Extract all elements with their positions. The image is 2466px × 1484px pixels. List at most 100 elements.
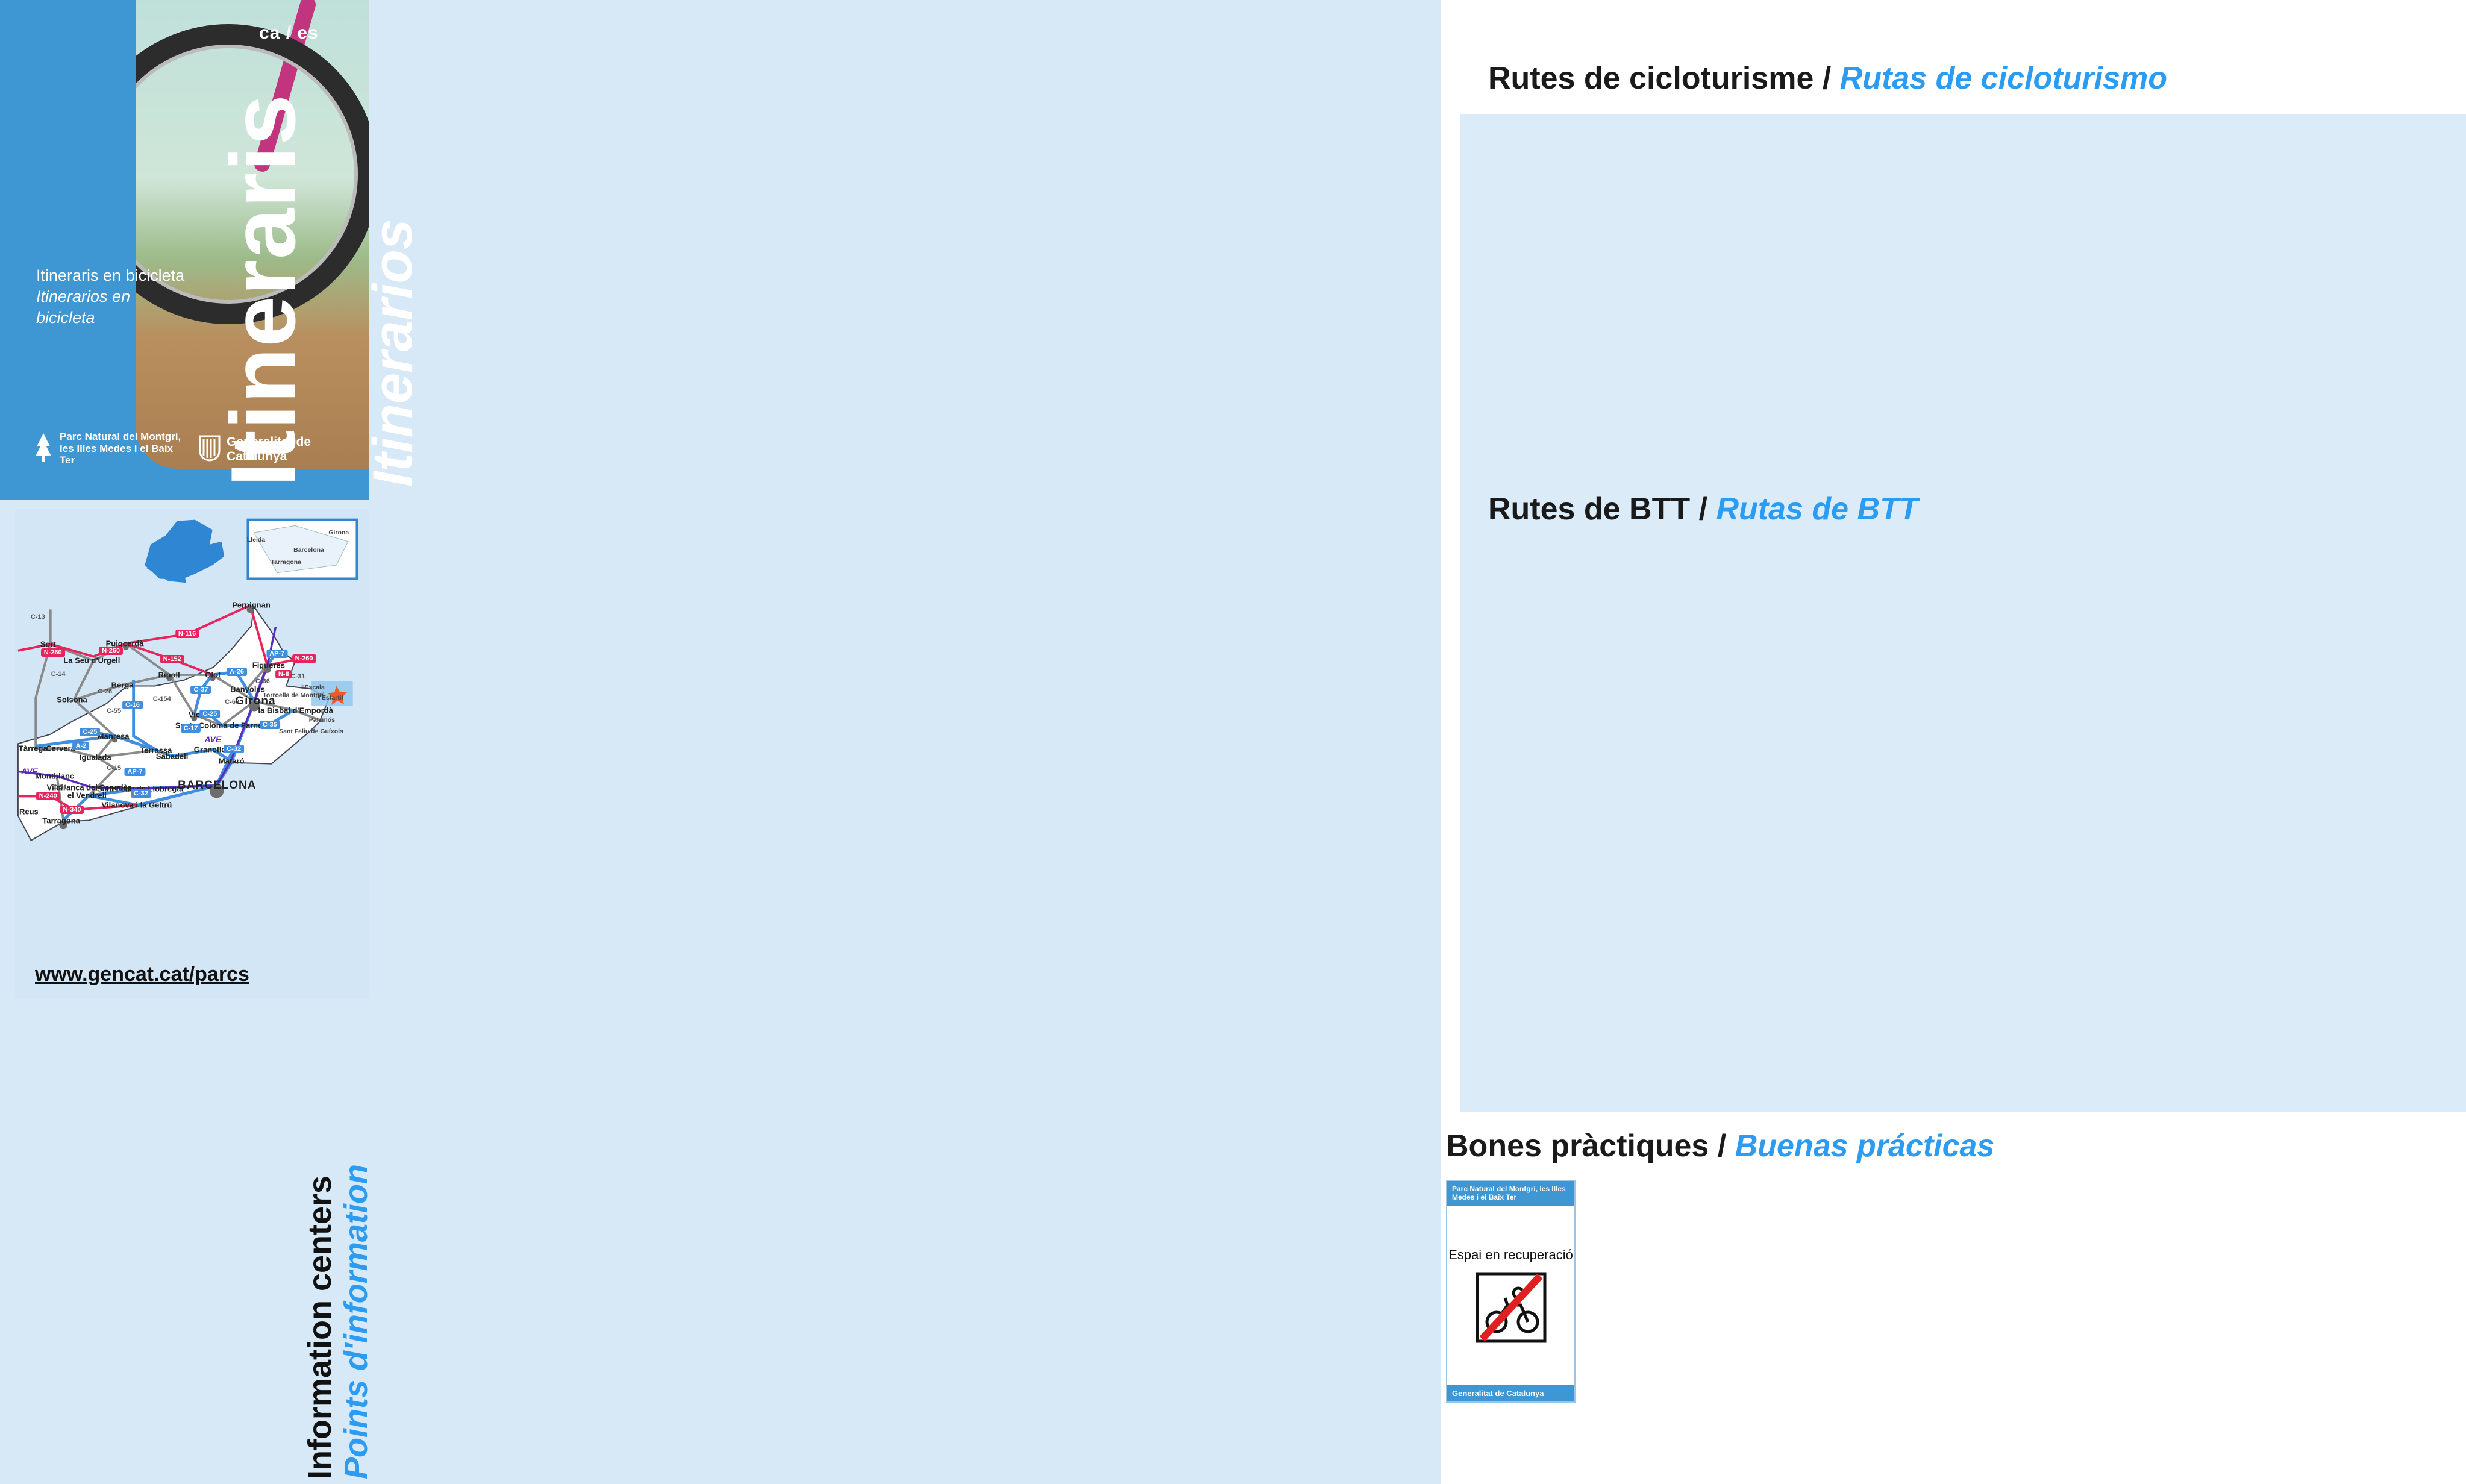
map-city-label: Ripoll (158, 670, 180, 679)
parc-logo: Parc Natural del Montgrí, les Illes Mede… (33, 431, 184, 466)
btt-title-es: Rutas de BTT (1716, 492, 1918, 527)
map-road-label: C-13 (28, 613, 48, 621)
cover-subtitle-es: Itinerarios en bicicleta (36, 286, 193, 328)
map-road-label: N-260 (41, 648, 65, 657)
map-road-label: C-37 (191, 686, 211, 694)
map-road-label: C-15 (104, 764, 124, 772)
parc-logo-label: Parc Natural del Montgrí, les Illes Mede… (60, 431, 184, 466)
inset-city-label: Barcelona (293, 546, 324, 554)
map-city-label: Sant Feliu de Guíxols (279, 728, 343, 735)
sign-generalitat-footer: Generalitat de Catalunya (1447, 1385, 1574, 1401)
map-road-label: AP-7 (266, 650, 287, 658)
map-road-label: N-116 (175, 630, 199, 638)
map-road-label: C-26 (95, 687, 115, 696)
inset-city-label: Girona (328, 529, 349, 536)
cover-subtitle-ca: Itineraris en bicicleta (36, 265, 193, 286)
map-road-label: C-154 (150, 695, 174, 703)
map-road-label: C-14 (48, 670, 69, 678)
map-road-label: C-51 (50, 783, 70, 792)
map-city-label: Cervera (46, 744, 75, 753)
map-road-label: N-240 (36, 792, 60, 800)
location-map: PerpignanSortPuigcerdàLa Seu d'UrgellFig… (15, 509, 369, 998)
sign-parc-header: Parc Natural del Montgrí, les Illes Mede… (1447, 1181, 1574, 1206)
map-city-label: la Bisbal d'Empordà (258, 706, 333, 715)
map-city-label: Reus (19, 807, 39, 816)
map-city-label: Olot (205, 670, 221, 679)
information-centers-en: Information centers (302, 1176, 338, 1479)
map-city-label: Perpignan (232, 601, 271, 610)
title-separator: / (1823, 61, 1831, 96)
map-city-label: La Seu d'Urgell (63, 656, 120, 665)
map-city-label: Tarragona (42, 816, 80, 825)
information-centers-vertical-title: Information centers (301, 1176, 339, 1479)
cyclo-table-title: Rutes de cicloturisme / Rutas de ciclotu… (1488, 60, 2167, 96)
cover-title-es: Itinerarios (361, 219, 425, 487)
inset-city-label: Tarragona (271, 559, 301, 566)
map-city-label: Figueres (252, 661, 285, 670)
map-road-label: C-32 (131, 789, 151, 798)
map-city-label: Vilanova i la Geltrú (102, 801, 172, 810)
map-road-label: AVE (18, 766, 41, 777)
map-road-label: AP-7 (124, 768, 145, 776)
map-road-label: C-31 (288, 672, 308, 681)
routes-panel-background (1460, 114, 2466, 1112)
map-city-label: Sort (40, 640, 56, 649)
map-road-label: C-32 (224, 745, 244, 753)
map-city-label: Montblanc (35, 772, 74, 781)
map-road-label: C-25 (199, 710, 220, 718)
map-road-label: AVE (201, 734, 224, 745)
points-information-fr: Points d'information (338, 1164, 374, 1479)
map-city-label: Torroella de Montgrí (263, 692, 324, 699)
map-city-label: Banyoles (230, 685, 265, 694)
map-city-label: Palamós (309, 716, 335, 724)
map-city-label: Vic (189, 710, 200, 719)
no-bike-icon (1475, 1271, 1547, 1344)
practices-title-es: Buenas prácticas (1735, 1129, 1995, 1163)
practices-title-ca: Bones pràctiques (1446, 1129, 1709, 1163)
space-recovery-sign: Parc Natural del Montgrí, les Illes Mede… (1446, 1180, 1576, 1403)
map-city-label: l'Estartit (319, 694, 344, 701)
map-city-label: Manresa (98, 731, 130, 740)
cyclo-title-es: Rutas de cicloturismo (1840, 61, 2167, 96)
map-road-label: N-152 (160, 655, 184, 663)
map-road-label: N-260 (292, 654, 316, 663)
map-city-label: Tàrrega (19, 744, 48, 753)
map-city-label: Solsona (57, 695, 87, 704)
map-road-label: C-55 (104, 707, 124, 715)
generalitat-shield-icon (199, 435, 221, 464)
cyclo-title-ca: Rutes de cicloturisme (1488, 61, 1814, 96)
map-city-label: BARCELONA (178, 779, 256, 792)
map-road-label: N-340 (60, 806, 84, 814)
parc-tree-icon (33, 431, 54, 466)
map-road-label: C-35 (260, 721, 280, 729)
map-road-label: C-17 (181, 724, 201, 733)
gencat-parcs-link[interactable]: www.gencat.cat/parcs (35, 963, 249, 986)
map-road-label: C-25 (80, 728, 100, 736)
map-city-label: el Vendrell (67, 791, 107, 800)
generalitat-logo: Generalitat de Catalunya (199, 435, 369, 464)
points-information-vertical-title: Points d'information (337, 1164, 375, 1479)
map-road-label: C-16 (122, 701, 143, 709)
map-labels: PerpignanSortPuigcerdàLa Seu d'UrgellFig… (15, 509, 369, 998)
map-road-label: A-2 (73, 742, 90, 750)
brochure-page: ca / es Itineraris Itinerarios Itinerari… (0, 0, 2466, 1484)
map-city-label: l'Escala (301, 684, 325, 691)
cover-block: ca / es Itineraris Itinerarios Itinerari… (0, 0, 369, 500)
map-road-label: N-260 (99, 647, 123, 655)
map-city-label: Igualada (80, 753, 111, 762)
map-road-label: A-26 (227, 668, 247, 676)
inset-city-label: Lleida (247, 536, 265, 543)
btt-table-title: Rutes de BTT / Rutas de BTT (1488, 491, 1918, 527)
map-city-label: Sabadell (156, 751, 188, 760)
cover-title-ca: Itineraris (211, 94, 316, 487)
cover-subtitle: Itineraris en bicicleta Itinerarios en b… (36, 265, 193, 328)
generalitat-logo-label: Generalitat de Catalunya (227, 435, 369, 464)
map-road-label: C-66 (252, 677, 273, 686)
btt-title-ca: Rutes de BTT (1488, 492, 1690, 527)
map-road-label: C-63 (222, 698, 242, 706)
sign-label: Espai en recuperació (1448, 1247, 1573, 1263)
language-tag: ca / es (259, 23, 319, 43)
map-city-label: Mataró (219, 756, 245, 765)
practices-title: Bones pràctiques / Buenas prácticas (1446, 1128, 1994, 1164)
middle-background (369, 0, 1441, 1484)
